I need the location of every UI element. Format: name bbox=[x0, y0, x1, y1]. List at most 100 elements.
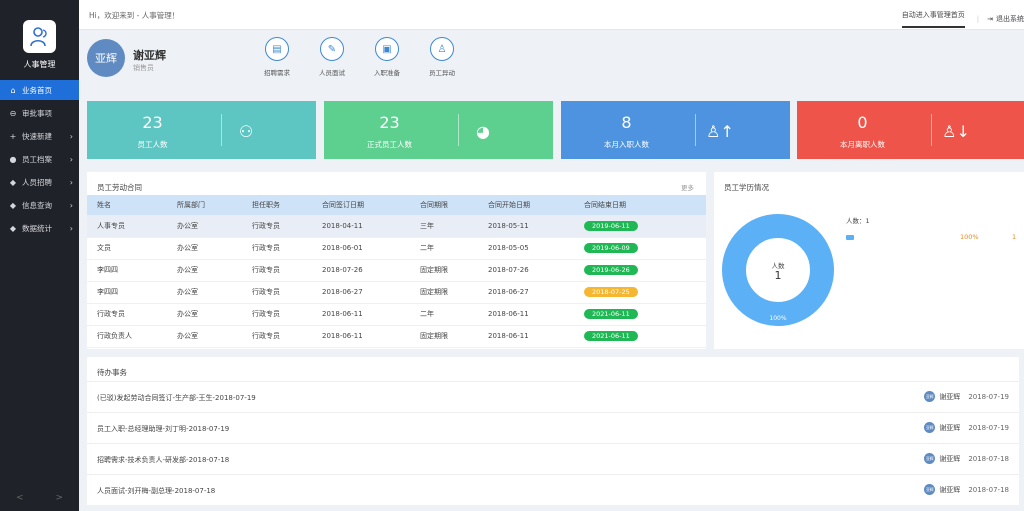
sidebar-item-approval[interactable]: ⊖ 审批事项 bbox=[0, 103, 79, 123]
interview-icon: ✎ bbox=[320, 37, 344, 61]
table-cell: 办公室 bbox=[167, 259, 242, 282]
sidebar-item-quick-create[interactable]: + 快速新建 › bbox=[0, 126, 79, 146]
logout-icon: ⇥ bbox=[987, 15, 993, 23]
quick-action-interview[interactable]: ✎ 人员面试 bbox=[312, 37, 352, 77]
top-actions: 自动进入事管理首页 | ⇥ 退出系统 bbox=[901, 10, 1024, 28]
todo-date: 2018-07-19 bbox=[968, 392, 1009, 401]
user-name: 谢亚辉 bbox=[133, 49, 166, 62]
table-cell: 2018-06-11 bbox=[478, 303, 574, 326]
query-icon: ◆ bbox=[9, 200, 17, 210]
end-date-badge: 2019-06-09 bbox=[584, 243, 638, 253]
table-cell: 2018-06-11 bbox=[312, 325, 410, 348]
collapse-left-button[interactable]: < bbox=[16, 493, 24, 503]
user-role: 销售员 bbox=[133, 64, 154, 72]
quick-action-transfer[interactable]: ♙ 员工异动 bbox=[422, 37, 462, 77]
more-link[interactable]: 更多 bbox=[681, 182, 694, 192]
logout-link[interactable]: 退出系统 bbox=[996, 14, 1024, 24]
sidebar-item-recruit[interactable]: ◆ 人员招聘 › bbox=[0, 172, 79, 192]
avatar: 亚辉 bbox=[924, 453, 936, 464]
stat-card-monthly-hires[interactable]: 8 本月入职人数 ♙↑ bbox=[561, 101, 790, 159]
top-bar: Hi，欢迎来到 - 人事管理！ 自动进入事管理首页 | ⇥ 退出系统 bbox=[79, 0, 1024, 30]
app-logo[interactable] bbox=[23, 20, 56, 53]
table-row[interactable]: 行政负责人 办公室 行政专员 2018-06-11 固定期限 2018-06-1… bbox=[87, 325, 706, 348]
list-item[interactable]: 人员面试-刘开梅-副总理-2018-07-18 亚辉 谢亚辉 2018-07-1… bbox=[87, 474, 1019, 505]
list-item[interactable]: (已驳)发起劳动合同签订-生产部-王生-2018-07-19 亚辉 谢亚辉 20… bbox=[87, 381, 1019, 412]
chevron-right-icon: › bbox=[69, 154, 73, 164]
column-header[interactable]: 合同开始日期 bbox=[478, 195, 574, 215]
column-header[interactable]: 担任职务 bbox=[242, 195, 312, 215]
quick-action-onboard[interactable]: ▣ 入职准备 bbox=[367, 37, 407, 77]
divider bbox=[931, 114, 932, 146]
todo-user: 谢亚辉 bbox=[939, 423, 961, 432]
stats-icon: ◆ bbox=[9, 223, 17, 233]
contracts-table: 姓名 所属部门 担任职务 合同签订日期 合同期限 合同开始日期 合同结束日期 人… bbox=[87, 195, 706, 348]
column-header[interactable]: 合同期限 bbox=[410, 195, 478, 215]
table-cell: 2018-05-05 bbox=[478, 237, 574, 260]
user-up-icon: ♙↑ bbox=[706, 121, 734, 141]
table-header: 姓名 所属部门 担任职务 合同签订日期 合同期限 合同开始日期 合同结束日期 bbox=[87, 195, 706, 215]
legend-percent: 100% bbox=[960, 233, 979, 241]
chevron-right-icon: › bbox=[69, 200, 73, 210]
table-row[interactable]: 李四四 办公室 行政专员 2018-07-26 固定期限 2018-07-26 … bbox=[87, 259, 706, 282]
column-header[interactable]: 姓名 bbox=[87, 195, 167, 215]
switch-home-link[interactable]: 自动进入事管理首页 bbox=[901, 10, 965, 28]
table-row[interactable]: 李四四 办公室 行政专员 2018-06-27 固定期限 2018-06-27 … bbox=[87, 281, 706, 304]
table-cell: 2018-04-11 bbox=[312, 215, 410, 238]
table-cell: 办公室 bbox=[167, 325, 242, 348]
sidebar-item-query[interactable]: ◆ 信息查询 › bbox=[0, 195, 79, 215]
table-cell: 2018-06-27 bbox=[312, 281, 410, 304]
sidebar-item-home[interactable]: ⌂ 业务首页 bbox=[0, 80, 79, 100]
divider bbox=[221, 114, 222, 146]
todo-user: 谢亚辉 bbox=[939, 392, 961, 401]
table-cell: 行政专员 bbox=[242, 303, 312, 326]
quick-action-label: 人员面试 bbox=[319, 69, 345, 77]
table-row[interactable]: 文员 办公室 行政专员 2018-06-01 二年 2018-05-05 201… bbox=[87, 237, 706, 260]
list-item[interactable]: 招聘需求-技术负责人-研发部-2018-07-18 亚辉 谢亚辉 2018-07… bbox=[87, 443, 1019, 474]
todo-text: (已驳)发起劳动合同签订-生产部-王生-2018-07-19 bbox=[97, 394, 256, 402]
table-cell: 固定期限 bbox=[410, 259, 478, 282]
legend-count: 1 bbox=[1012, 233, 1017, 241]
stat-card-employees[interactable]: 23 员工人数 ⚇ bbox=[87, 101, 316, 159]
table-cell: 2018-07-26 bbox=[478, 259, 574, 282]
avatar: 亚辉 bbox=[924, 484, 936, 495]
divider: | bbox=[976, 15, 980, 23]
table-cell: 2018-06-11 bbox=[312, 303, 410, 326]
home-icon: ⌂ bbox=[10, 85, 16, 95]
stat-label: 本月离职人数 bbox=[840, 140, 885, 149]
avatar[interactable]: 亚辉 bbox=[87, 39, 125, 77]
todo-meta: 亚辉 谢亚辉 2018-07-19 bbox=[924, 422, 1009, 433]
todo-meta: 亚辉 谢亚辉 2018-07-18 bbox=[924, 453, 1009, 464]
todo-meta: 亚辉 谢亚辉 2018-07-18 bbox=[924, 484, 1009, 495]
chevron-right-icon: › bbox=[69, 223, 73, 233]
sidebar-item-stats[interactable]: ◆ 数据统计 › bbox=[0, 218, 79, 238]
divider bbox=[695, 114, 696, 146]
legend-swatch bbox=[846, 235, 854, 240]
stat-card-formal-employees[interactable]: 23 正式员工人数 ◕ bbox=[324, 101, 553, 159]
quick-action-recruit-demand[interactable]: ▤ 招聘需求 bbox=[257, 37, 297, 77]
stat-value: 23 bbox=[142, 113, 163, 132]
legend-title: 人数：1 bbox=[846, 217, 870, 225]
collapse-right-button[interactable]: > bbox=[55, 493, 63, 503]
avatar: 亚辉 bbox=[924, 422, 936, 433]
table-cell: 二年 bbox=[410, 237, 478, 260]
table-cell: 2018-06-27 bbox=[478, 281, 574, 304]
table-cell: 固定期限 bbox=[410, 281, 478, 304]
sidebar-item-archive[interactable]: ● 员工档案 › bbox=[0, 149, 79, 169]
end-date-badge: 2019-06-26 bbox=[584, 265, 638, 275]
table-cell: 办公室 bbox=[167, 237, 242, 260]
list-item[interactable]: 员工入职-总经理助理-刘丁明-2018-07-19 亚辉 谢亚辉 2018-07… bbox=[87, 412, 1019, 443]
table-row[interactable]: 行政专员 办公室 行政专员 2018-06-11 二年 2018-06-11 2… bbox=[87, 303, 706, 326]
table-cell: 2018-05-11 bbox=[478, 215, 574, 238]
todo-user: 谢亚辉 bbox=[939, 454, 961, 463]
column-header[interactable]: 所属部门 bbox=[167, 195, 242, 215]
todo-date: 2018-07-18 bbox=[968, 485, 1009, 494]
table-row[interactable]: 人事专员 办公室 行政专员 2018-04-11 三年 2018-05-11 2… bbox=[87, 215, 706, 238]
quick-action-label: 员工异动 bbox=[429, 69, 455, 77]
todo-date: 2018-07-18 bbox=[968, 454, 1009, 463]
avatar: 亚辉 bbox=[924, 391, 936, 402]
todo-date: 2018-07-19 bbox=[968, 423, 1009, 432]
column-header[interactable]: 合同签订日期 bbox=[312, 195, 410, 215]
column-header[interactable]: 合同结束日期 bbox=[574, 195, 706, 215]
stat-card-monthly-leavers[interactable]: 0 本月离职人数 ♙↓ bbox=[797, 101, 1024, 159]
profile-area: 亚辉 谢亚辉 销售员 ▤ 招聘需求 ✎ 人员面试 ▣ 入职准备 ♙ 员工异动 bbox=[87, 35, 706, 90]
